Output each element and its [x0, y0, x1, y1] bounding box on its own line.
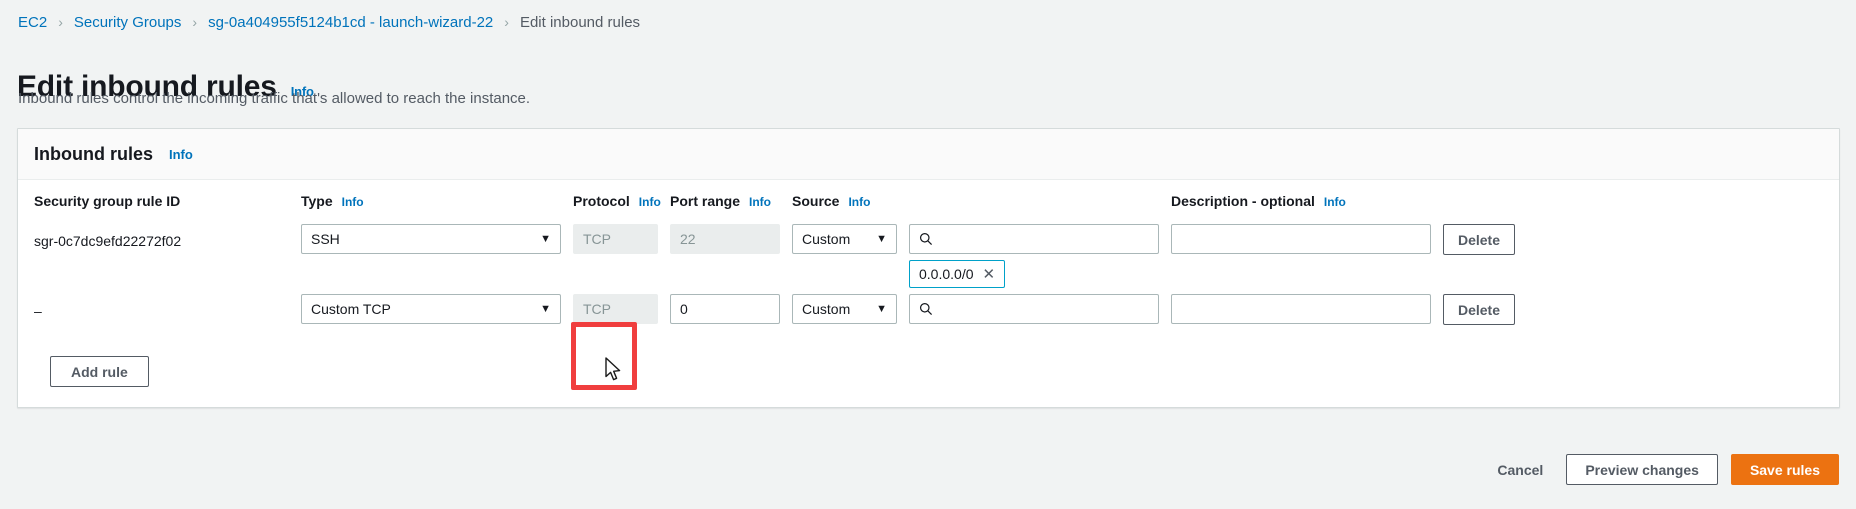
protocol-field-cell: TCP: [573, 224, 658, 254]
type-select-cell: SSH ▼: [301, 224, 561, 254]
description-field-cell: [1171, 294, 1431, 324]
column-header-description-label: Description - optional: [1171, 193, 1315, 209]
column-header-protocol-label: Protocol: [573, 193, 630, 209]
protocol-field-cell: TCP: [573, 294, 658, 324]
column-header-port-range-label: Port range: [670, 193, 741, 209]
port-range-field-cell: 0: [670, 294, 780, 324]
breadcrumb-item-ec2[interactable]: EC2: [18, 14, 47, 31]
column-header-rule-id-label: Security group rule ID: [34, 193, 181, 209]
port-range-value: 0: [680, 301, 688, 317]
column-header-source: Source Info: [792, 193, 897, 209]
breadcrumb-separator-icon: ›: [504, 13, 509, 30]
search-icon: [919, 302, 933, 316]
protocol-field: TCP: [573, 224, 658, 254]
description-input[interactable]: [1171, 294, 1431, 324]
source-search-input[interactable]: [909, 294, 1159, 324]
save-rules-button[interactable]: Save rules: [1730, 454, 1839, 485]
delete-button[interactable]: Delete: [1443, 224, 1515, 255]
column-header-type: Type Info: [301, 193, 561, 209]
breadcrumb-separator-icon: ›: [58, 13, 63, 30]
description-field-cell: [1171, 224, 1431, 254]
edit-inbound-rules-page: EC2 › Security Groups › sg-0a404955f5124…: [0, 0, 1856, 509]
source-type-value: Custom: [802, 301, 851, 317]
protocol-value: TCP: [583, 231, 611, 247]
port-range-field-cell: 22: [670, 224, 780, 254]
panel-title: Inbound rules: [34, 143, 153, 164]
source-search-cell: [909, 294, 1159, 324]
panel-body: Security group rule ID Type Info Protoco…: [18, 180, 1839, 407]
column-header-protocol: Protocol Info: [573, 193, 661, 209]
breadcrumb: EC2 › Security Groups › sg-0a404955f5124…: [18, 14, 640, 31]
source-type-select[interactable]: Custom ▼: [792, 294, 897, 324]
column-header-port-range-info-link[interactable]: Info: [749, 195, 771, 209]
column-header-type-info-link[interactable]: Info: [342, 195, 364, 209]
panel-header: Inbound rules Info: [18, 129, 1839, 180]
port-range-value: 22: [680, 231, 696, 247]
page-description: Inbound rules control the incoming traff…: [18, 90, 531, 107]
column-header-protocol-info-link[interactable]: Info: [639, 195, 661, 209]
type-select[interactable]: SSH ▼: [301, 224, 561, 254]
column-header-description: Description - optional Info: [1171, 193, 1431, 209]
chevron-down-icon: ▼: [540, 232, 551, 245]
column-header-description-info-link[interactable]: Info: [1324, 195, 1346, 209]
breadcrumb-item-current: Edit inbound rules: [519, 14, 641, 31]
type-select-cell: Custom TCP ▼: [301, 294, 561, 324]
type-select-value: SSH: [311, 231, 340, 247]
source-token[interactable]: 0.0.0.0/0 ✕: [909, 260, 1006, 288]
protocol-value: TCP: [583, 301, 611, 317]
chevron-down-icon: ▼: [876, 302, 887, 315]
breadcrumb-separator-icon: ›: [192, 13, 198, 30]
column-header-source-label: Source: [792, 193, 840, 209]
source-type-select[interactable]: Custom ▼: [792, 224, 897, 254]
footer-actions: Cancel Preview changes Save rules: [1487, 454, 1839, 485]
close-icon[interactable]: ✕: [983, 267, 996, 282]
column-header-rule-id: Security group rule ID: [34, 193, 289, 209]
source-type-select-cell: Custom ▼: [792, 294, 897, 324]
rule-id-value: –: [34, 303, 42, 319]
table-row: – Custom TCP ▼ TCP 0 Custom ▼ Delete: [34, 288, 1823, 340]
add-rule-row: Add rule: [34, 340, 1823, 407]
type-select-value: Custom TCP: [311, 301, 391, 317]
type-select[interactable]: Custom TCP ▼: [301, 294, 561, 324]
preview-changes-button[interactable]: Preview changes: [1566, 454, 1718, 485]
row-actions-cell: Delete: [1443, 294, 1543, 325]
column-header-source-info-link[interactable]: Info: [848, 195, 870, 209]
chevron-down-icon[interactable]: ▼: [540, 303, 551, 315]
source-search-input[interactable]: [909, 224, 1159, 254]
panel-info-link[interactable]: Info: [169, 147, 193, 162]
delete-button[interactable]: Delete: [1443, 294, 1515, 325]
table-row: sgr-0c7dc9efd22272f02 SSH ▼ TCP 22 Custo…: [34, 218, 1823, 288]
add-rule-button[interactable]: Add rule: [50, 356, 149, 387]
description-input[interactable]: [1171, 224, 1431, 254]
cancel-button[interactable]: Cancel: [1487, 454, 1553, 485]
port-range-input[interactable]: 0: [670, 294, 780, 324]
search-icon: [919, 232, 933, 246]
rule-id-value: sgr-0c7dc9efd22272f02: [34, 233, 182, 249]
breadcrumb-item-security-group[interactable]: sg-0a404955f5124b1cd - launch-wizard-22: [208, 14, 493, 31]
source-type-value: Custom: [802, 231, 851, 247]
source-token-label: 0.0.0.0/0: [919, 266, 974, 282]
breadcrumb-item-security-groups[interactable]: Security Groups: [74, 14, 182, 31]
chevron-down-icon: ▼: [876, 232, 887, 245]
source-search-cell: 0.0.0.0/0 ✕: [909, 224, 1159, 288]
inbound-rules-panel: Inbound rules Info Security group rule I…: [17, 128, 1840, 408]
port-range-field: 22: [670, 224, 780, 254]
source-type-select-cell: Custom ▼: [792, 224, 897, 254]
row-actions-cell: Delete: [1443, 224, 1543, 255]
protocol-field: TCP: [573, 294, 658, 324]
rules-table-header: Security group rule ID Type Info Protoco…: [34, 180, 1823, 218]
column-header-port-range: Port range Info: [670, 193, 780, 209]
column-header-type-label: Type: [301, 193, 333, 209]
